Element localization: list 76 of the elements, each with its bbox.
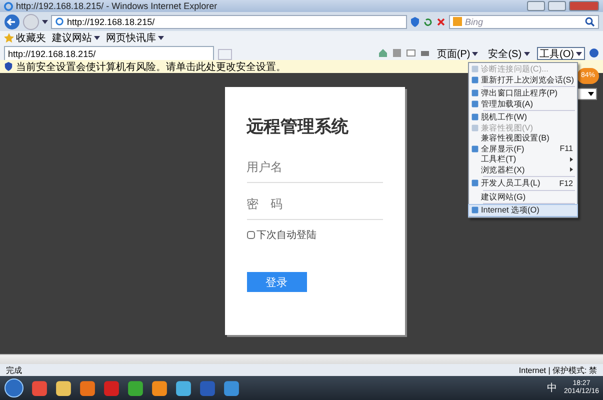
menu-label: 全屏显示(F): [481, 144, 526, 154]
menu-label: 脱机工作(W): [481, 112, 528, 123]
info-text: 当前安全设置会使计算机有风险。请单击此处更改安全设置。: [16, 60, 286, 74]
menu-label: 建议网站(G): [481, 192, 527, 202]
horizontal-scrollbar[interactable]: [0, 354, 603, 364]
menu-label: 兼容性视图(V): [481, 122, 534, 134]
shortcut-text: F11: [560, 144, 573, 154]
menu-item[interactable]: 重新打开上次浏览会话(S): [469, 74, 577, 85]
remember-checkbox[interactable]: [246, 231, 254, 239]
address-text: http://192.168.18.215/: [67, 16, 155, 26]
menu-label: 开发人员工具(L): [481, 178, 542, 189]
back-button[interactable]: [4, 14, 20, 30]
browser-tab[interactable]: http://192.168.18.215/: [4, 46, 214, 60]
browser-icon: [4, 2, 13, 10]
menu-label: 诊断连接问题(C)...: [481, 64, 550, 75]
caret-icon: [524, 52, 530, 56]
menu-item[interactable]: 工具栏(T): [469, 154, 577, 164]
caret-icon: [158, 36, 164, 40]
shortcut-text: F12: [559, 178, 573, 188]
app-icon[interactable]: [151, 380, 168, 396]
favorites-link[interactable]: 网页快讯库: [106, 31, 164, 45]
menu-label: 浏览器栏(X): [481, 164, 526, 176]
command-menu[interactable]: 页面(P): [434, 47, 482, 60]
menu-item[interactable]: 管理加载项(A): [469, 98, 577, 109]
refresh-icon[interactable]: [423, 16, 433, 26]
menu-item[interactable]: 开发人员工具(L) F12: [469, 178, 577, 188]
search-placeholder: Bing: [465, 16, 484, 26]
app-icon[interactable]: [31, 380, 48, 396]
command-menu[interactable]: 工具(O): [536, 47, 585, 60]
minimize-button[interactable]: [527, 1, 545, 11]
page-icon: [55, 17, 64, 26]
menu-label: 弹出窗口阻止程序(P): [481, 88, 558, 99]
star-icon: [4, 33, 14, 43]
menu-label: 管理加载项(A): [481, 98, 534, 110]
address-field[interactable]: http://192.168.18.215/: [51, 14, 407, 28]
menu-icon: [471, 206, 479, 214]
menu-label: 工具栏(T): [481, 154, 518, 165]
select-field[interactable]: [577, 88, 597, 100]
menu-label: Internet 选项(O): [481, 205, 540, 216]
menu-item[interactable]: 脱机工作(W): [469, 112, 577, 122]
window-title: http://192.168.18.215/ - Windows Internet Explorer: [16, 1, 218, 11]
caret-icon: [588, 92, 594, 96]
menu-icon: [471, 144, 479, 153]
favorites-button[interactable]: 收藏夹: [4, 31, 46, 45]
menu-label: 重新打开上次浏览会话(S): [481, 74, 574, 86]
menu-label: 兼容性视图设置(B): [481, 132, 550, 144]
menu-icon: [471, 179, 479, 188]
caret-icon[interactable]: [42, 20, 48, 24]
caret-icon: [472, 52, 478, 56]
app-icon[interactable]: [223, 380, 240, 396]
stop-icon[interactable]: [436, 16, 446, 26]
menu-item[interactable]: 浏览器栏(X): [469, 164, 577, 175]
menu-item[interactable]: 建议网站(G): [469, 192, 577, 202]
search-icon[interactable]: [585, 16, 595, 26]
menu-item[interactable]: 兼容性视图设置(B): [469, 133, 577, 144]
app-icon[interactable]: [55, 380, 72, 396]
remember-label: 下次自动登陆: [256, 228, 316, 242]
favorites-link[interactable]: 建议网站: [52, 31, 100, 45]
zone-text: Internet | 保护模式: 禁: [518, 364, 597, 376]
app-icon[interactable]: [127, 380, 144, 396]
app-icon[interactable]: [175, 380, 192, 396]
caret-icon: [94, 36, 100, 40]
shield-icon: [4, 62, 13, 71]
caret-icon: [576, 52, 582, 56]
login-title: 远程管理系统: [246, 116, 350, 138]
menu-item[interactable]: 弹出窗口阻止程序(P): [469, 88, 577, 98]
maximize-button[interactable]: [548, 1, 566, 11]
menu-item[interactable]: 全屏显示(F) F11: [469, 144, 577, 154]
home-icon[interactable]: [378, 48, 388, 58]
command-menu[interactable]: 安全(S): [485, 47, 533, 60]
status-text: 完成: [6, 364, 22, 376]
shield-icon[interactable]: [410, 16, 420, 26]
menu-item[interactable]: Internet 选项(O): [469, 205, 577, 216]
start-button[interactable]: [4, 378, 24, 398]
ime-indicator[interactable]: 中: [546, 381, 557, 395]
app-icon[interactable]: [79, 380, 96, 396]
